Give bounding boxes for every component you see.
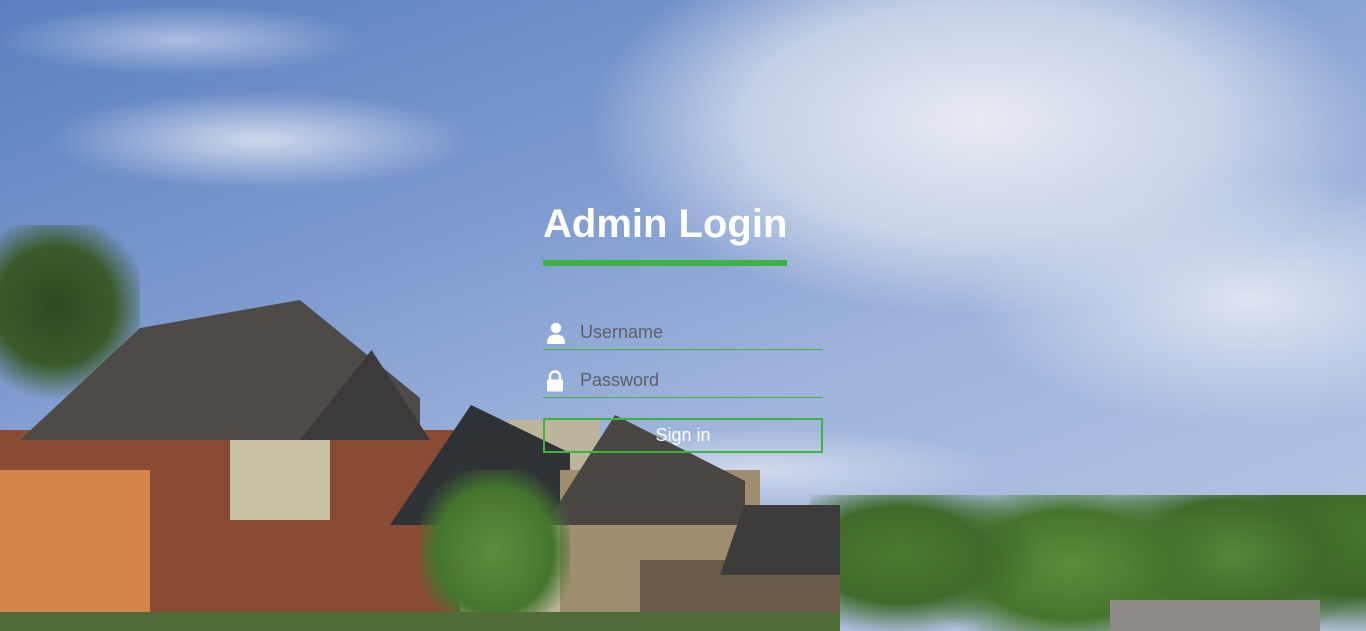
login-panel: Admin Login Sign in xyxy=(543,200,823,453)
house-orange xyxy=(0,470,150,631)
password-input[interactable] xyxy=(580,365,823,396)
house-far-right xyxy=(1110,600,1320,631)
username-field xyxy=(543,316,823,350)
page-title: Admin Login xyxy=(543,200,788,266)
lock-icon xyxy=(546,369,572,393)
lawn xyxy=(0,612,840,631)
user-icon xyxy=(546,321,572,345)
sign-in-button[interactable]: Sign in xyxy=(543,418,823,453)
tree-middle xyxy=(420,470,570,631)
username-input[interactable] xyxy=(580,317,823,348)
password-field xyxy=(543,364,823,398)
